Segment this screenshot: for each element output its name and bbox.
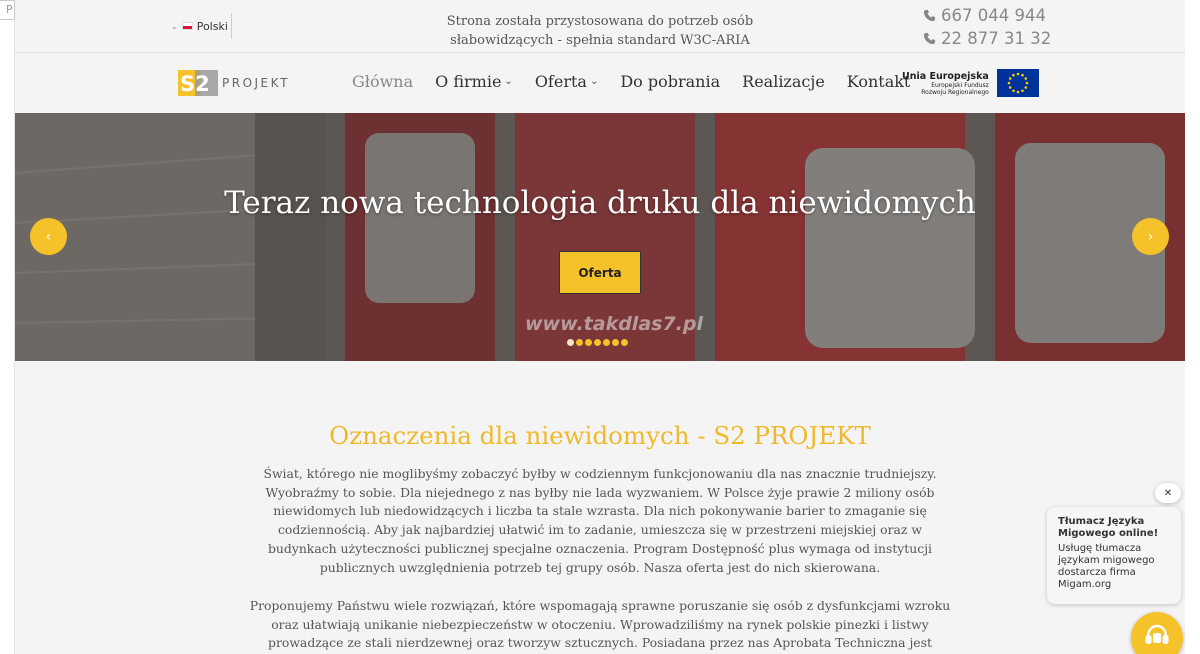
slider-next-button[interactable]: ›: [1132, 218, 1169, 255]
eu-funding-badge[interactable]: Unia Europejska Europejski Fundusz Rozwo…: [902, 69, 1039, 97]
browser-left-strip: P: [0, 0, 15, 654]
chat-body: Usługę tłumacza językam migowego dostarc…: [1058, 543, 1155, 590]
chevron-right-icon: ›: [1147, 228, 1154, 245]
phone-icon: [923, 32, 936, 45]
image-watermark: www.takdlas7.pl: [525, 313, 703, 335]
eu-line1: Europejski Fundusz: [931, 81, 989, 89]
section-heading: Oznaczenia dla niewidomych - S2 PROJEKT: [329, 421, 871, 450]
chat-title: Tłumacz Języka Migowego online!: [1058, 516, 1159, 539]
logo-mark-text: S2: [180, 72, 210, 96]
nav-label: Kontakt: [846, 72, 911, 91]
phone-row-1[interactable]: 667 044 944: [923, 4, 1051, 27]
eu-title: Unia Europejska: [902, 70, 989, 82]
phone-row-2[interactable]: 22 877 31 32: [923, 27, 1051, 50]
offer-paragraph: Proponujemy Państwu wiele rozwiązań, któ…: [249, 598, 951, 651]
slide-title: Teraz nowa technologia druku dla niewido…: [224, 185, 976, 221]
nav-label: Do pobrania: [620, 72, 721, 91]
page: ⌄ Polski Strona została przystosowana do…: [15, 0, 1185, 654]
eu-flag-icon: [996, 69, 1039, 97]
accessibility-note: Strona została przystosowana do potrzeb …: [435, 12, 765, 50]
chevron-left-icon: ‹: [45, 228, 52, 245]
phone-numbers: 667 044 944 22 877 31 32: [923, 4, 1051, 50]
top-bar: ⌄ Polski Strona została przystosowana do…: [15, 0, 1185, 53]
slider-dot[interactable]: [603, 339, 610, 346]
nav-item-oferta[interactable]: Oferta ⌄: [524, 72, 610, 91]
logo-text: PROJEKT: [222, 76, 290, 90]
intro-paragraph: Świat, którego nie moglibyśmy zobaczyć b…: [263, 466, 937, 575]
accessibility-note-line1: Strona została przystosowana do potrzeb …: [446, 14, 754, 29]
chat-bubble[interactable]: Tłumacz Języka Migowego online! Usługę t…: [1047, 507, 1181, 604]
phone-number-1: 667 044 944: [941, 6, 1046, 25]
header: S2 PROJEKT Główna O firmie ⌄ Oferta ⌄ Do p…: [15, 54, 1185, 113]
language-selector[interactable]: ⌄ Polski: [171, 13, 232, 39]
chat-close-button[interactable]: ✕: [1155, 483, 1181, 503]
language-label: Polski: [196, 19, 228, 33]
s2-logo-mark: S2: [178, 70, 218, 96]
headset-icon: [1145, 624, 1169, 644]
poland-flag-icon: [181, 22, 193, 30]
eu-line2: Rozwoju Regionalnego: [921, 88, 989, 96]
slider-dot[interactable]: [594, 339, 601, 346]
nav-item-realizacje[interactable]: Realizacje: [731, 72, 836, 91]
logo[interactable]: S2 PROJEKT: [178, 70, 290, 96]
phone-icon: [923, 9, 936, 22]
nav-item-glowna[interactable]: Główna: [341, 72, 424, 91]
slide-offer-button[interactable]: Oferta: [559, 251, 641, 294]
slider-dot[interactable]: [576, 339, 583, 346]
eu-text: Unia Europejska Europejski Fundusz Rozwo…: [902, 71, 989, 96]
phone-number-2: 22 877 31 32: [941, 29, 1052, 48]
slider-dot[interactable]: [567, 339, 574, 346]
nav-item-o-firmie[interactable]: O firmie ⌄: [424, 72, 524, 91]
slider-dot[interactable]: [612, 339, 619, 346]
browser-left-mark: P: [0, 0, 15, 20]
nav-item-do-pobrania[interactable]: Do pobrania: [609, 72, 731, 91]
slider-dot[interactable]: [621, 339, 628, 346]
nav-label: Realizacje: [742, 72, 825, 91]
chevron-down-icon: ⌄: [589, 76, 599, 87]
accessibility-note-line2: słabowidzących - spełnia standard W3C-AR…: [450, 33, 750, 48]
chevron-down-icon: ⌄: [171, 21, 178, 31]
nav-label: O firmie: [435, 72, 502, 91]
slider-prev-button[interactable]: ‹: [30, 218, 67, 255]
nav-label: Oferta: [534, 72, 587, 91]
hero-slider: Teraz nowa technologia druku dla niewido…: [15, 113, 1185, 361]
main-nav: Główna O firmie ⌄ Oferta ⌄ Do pobrania Rea…: [341, 72, 921, 91]
nav-label: Główna: [352, 72, 414, 91]
slider-dots: [567, 339, 628, 346]
main-content: Oznaczenia dla niewidomych - S2 PROJEKT …: [15, 361, 1185, 654]
slider-dot[interactable]: [585, 339, 592, 346]
chevron-down-icon: ⌄: [504, 76, 513, 87]
